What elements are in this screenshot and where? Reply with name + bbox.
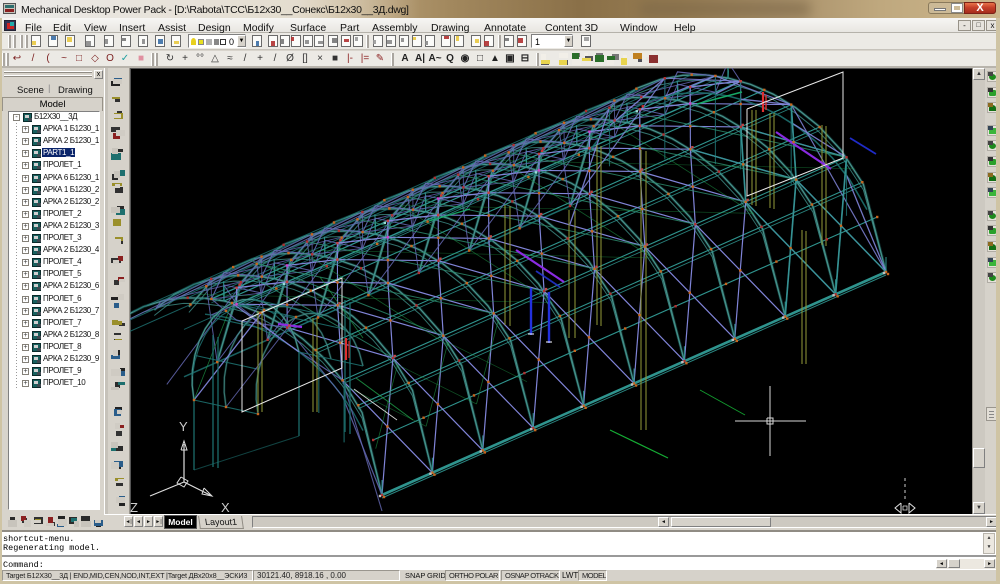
svg-text:Z: Z (130, 500, 138, 514)
svg-text:Y: Y (179, 419, 188, 434)
svg-text:X: X (221, 500, 230, 514)
